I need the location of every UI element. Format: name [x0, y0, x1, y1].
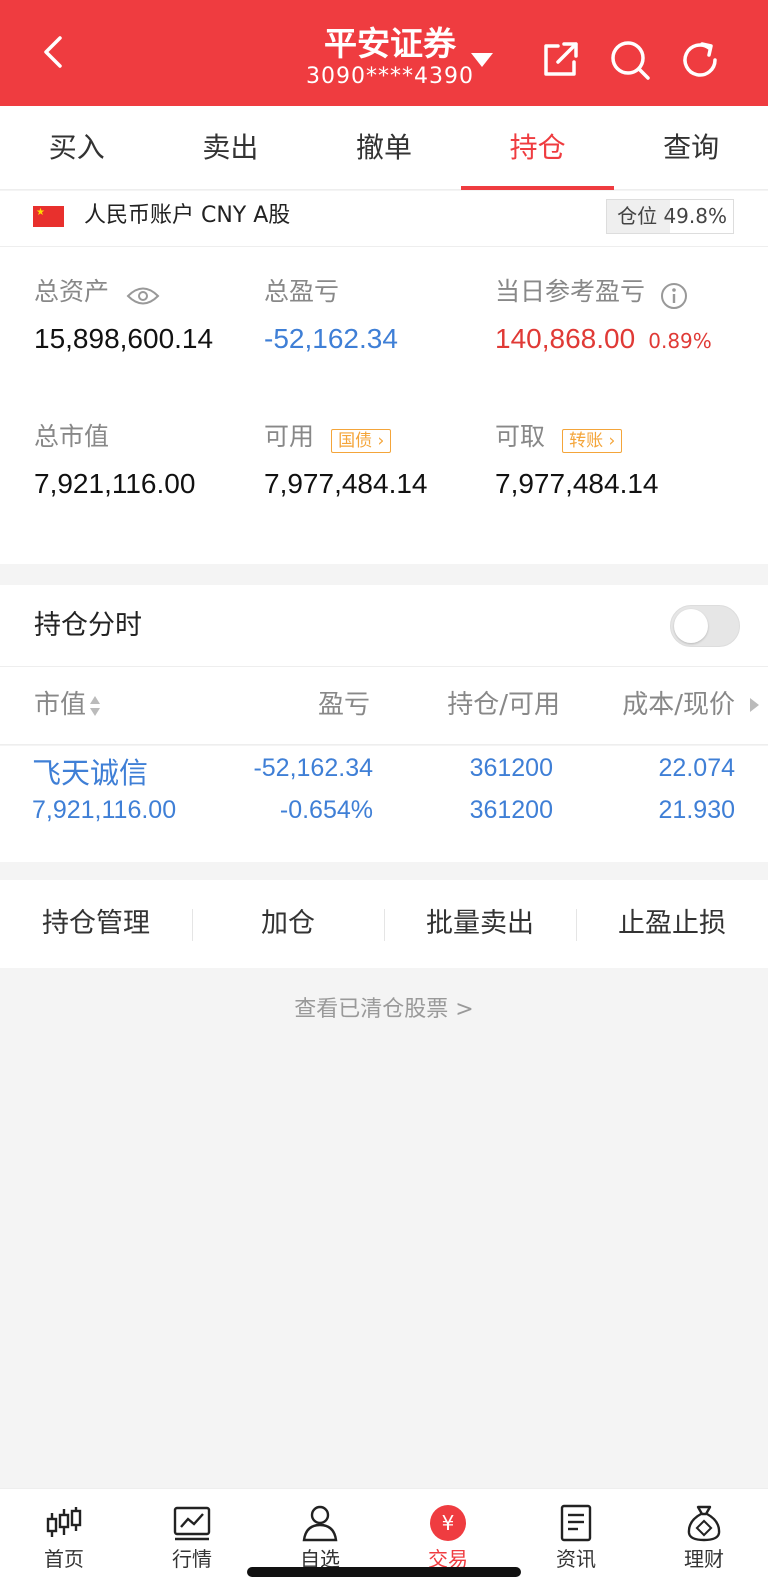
withdrawable-label: 可取 — [495, 422, 546, 451]
nav-label: 首页 — [44, 1547, 84, 1571]
transfer-link[interactable]: 转账 › — [562, 428, 623, 453]
china-flag-icon: ★ — [33, 206, 64, 227]
info-icon[interactable] — [660, 282, 688, 310]
top-bar: 平安证券 3090****4390 — [0, 0, 768, 106]
tab-query[interactable]: 查询 — [614, 106, 768, 189]
position-ratio-text: 仓位 49.8% — [617, 204, 727, 228]
stock-profit-loss-percent: -0.654% — [279, 796, 373, 824]
scroll-right-icon[interactable] — [748, 697, 760, 713]
withdrawable-value: 7,977,484.14 — [495, 468, 659, 499]
column-position-available: 持仓/可用 — [447, 690, 560, 720]
tab-cancel[interactable]: 撤单 — [307, 106, 461, 189]
home-indicator[interactable] — [247, 1567, 521, 1577]
available-value: 7,977,484.14 — [264, 468, 428, 499]
timeshare-section: 持仓分时 — [0, 585, 768, 667]
nav-news[interactable]: 资讯 — [512, 1489, 640, 1591]
stock-cost: 22.074 — [658, 754, 735, 782]
nav-label: 行情 — [172, 1547, 212, 1571]
sort-icon — [90, 695, 101, 716]
total-pl-label: 总盈亏 — [264, 277, 340, 306]
daily-pl-values: 140,868.00 0.89% — [495, 322, 712, 356]
nav-market[interactable]: 行情 — [128, 1489, 256, 1591]
chart-icon — [173, 1506, 211, 1541]
share-icon[interactable] — [538, 38, 582, 82]
total-assets-block: 总资产 — [34, 277, 160, 307]
tab-buy[interactable]: 买入 — [0, 106, 154, 189]
daily-pl-value: 140,868.00 — [495, 323, 636, 354]
total-assets-label: 总资产 — [34, 277, 110, 306]
withdrawable-block: 可取 转账 › — [495, 422, 623, 453]
dropdown-caret-icon[interactable] — [470, 52, 494, 68]
timeshare-label: 持仓分时 — [34, 610, 142, 641]
market-value-label: 总市值 — [34, 422, 110, 451]
column-market-value[interactable]: 市值 — [34, 687, 102, 723]
holdings-table-header: 市值 盈亏 持仓/可用 成本/现价 — [0, 667, 768, 745]
candlestick-icon — [46, 1507, 82, 1537]
add-position-button[interactable]: 加仓 — [192, 880, 384, 968]
manage-holdings-button[interactable]: 持仓管理 — [0, 880, 192, 968]
stock-profit-loss: -52,162.34 — [253, 754, 373, 782]
stock-price: 21.930 — [658, 796, 735, 824]
market-value: 7,921,116.00 — [34, 468, 196, 499]
account-selector[interactable]: ★ 人民币账户 CNY A股 仓位 49.8% — [0, 191, 768, 247]
broker-title: 平安证券 — [324, 24, 456, 63]
money-bag-icon — [687, 1505, 721, 1542]
tab-holdings[interactable]: 持仓 — [460, 106, 615, 190]
stock-market-value: 7,921,116.00 — [32, 796, 177, 824]
total-pl-value: -52,162.34 — [264, 323, 398, 354]
holdings-action-bar: 持仓管理 加仓 批量卖出 止盈止损 — [0, 880, 768, 968]
daily-pl-block: 当日参考盈亏 — [495, 277, 688, 310]
stock-position: 361200 — [469, 754, 553, 782]
refresh-icon[interactable] — [678, 38, 722, 82]
view-cleared-stocks-link[interactable]: 查看已清仓股票 > — [0, 995, 768, 1025]
nav-label: 资讯 — [556, 1547, 596, 1571]
take-profit-stop-loss-button[interactable]: 止盈止损 — [576, 880, 768, 968]
column-cost-price: 成本/现价 — [622, 690, 735, 720]
nav-wealth[interactable]: 理财 — [640, 1489, 768, 1591]
daily-pl-label: 当日参考盈亏 — [495, 277, 646, 306]
available-label: 可用 — [264, 422, 315, 451]
batch-sell-button[interactable]: 批量卖出 — [384, 880, 576, 968]
document-icon — [560, 1504, 592, 1542]
svg-text:¥: ¥ — [442, 1511, 455, 1535]
available-block: 可用 国债 › — [264, 422, 392, 453]
broker-switcher[interactable]: 平安证券 3090****4390 — [290, 24, 490, 90]
daily-pl-percent: 0.89% — [648, 329, 712, 353]
account-name: 人民币账户 CNY A股 — [84, 203, 291, 228]
stock-name: 飞天诚信 — [32, 758, 149, 790]
tab-sell[interactable]: 卖出 — [154, 106, 308, 189]
eye-icon[interactable] — [126, 285, 160, 307]
search-icon[interactable] — [608, 38, 652, 82]
total-assets-value: 15,898,600.14 — [34, 323, 214, 354]
nav-label: 理财 — [684, 1547, 724, 1571]
treasury-bond-link[interactable]: 国债 › — [331, 428, 392, 453]
account-summary: ★ 人民币账户 CNY A股 仓位 49.8% 总资产 15,898,600.1… — [0, 191, 768, 564]
nav-home[interactable]: 首页 — [0, 1489, 128, 1591]
column-profit-loss: 盈亏 — [317, 690, 370, 720]
position-ratio-badge: 仓位 49.8% — [606, 199, 734, 234]
account-number: 3090****4390 — [306, 64, 474, 89]
stock-available: 361200 — [469, 796, 553, 824]
back-icon[interactable] — [32, 30, 76, 74]
table-row[interactable]: 飞天诚信 7,921,116.00 -52,162.34 -0.654% 361… — [0, 746, 768, 862]
user-star-icon — [302, 1505, 338, 1542]
yuan-icon: ¥ — [430, 1505, 466, 1541]
timeshare-toggle[interactable] — [670, 605, 740, 647]
trade-tabs: 买入 卖出 撤单 持仓 查询 — [0, 106, 768, 190]
